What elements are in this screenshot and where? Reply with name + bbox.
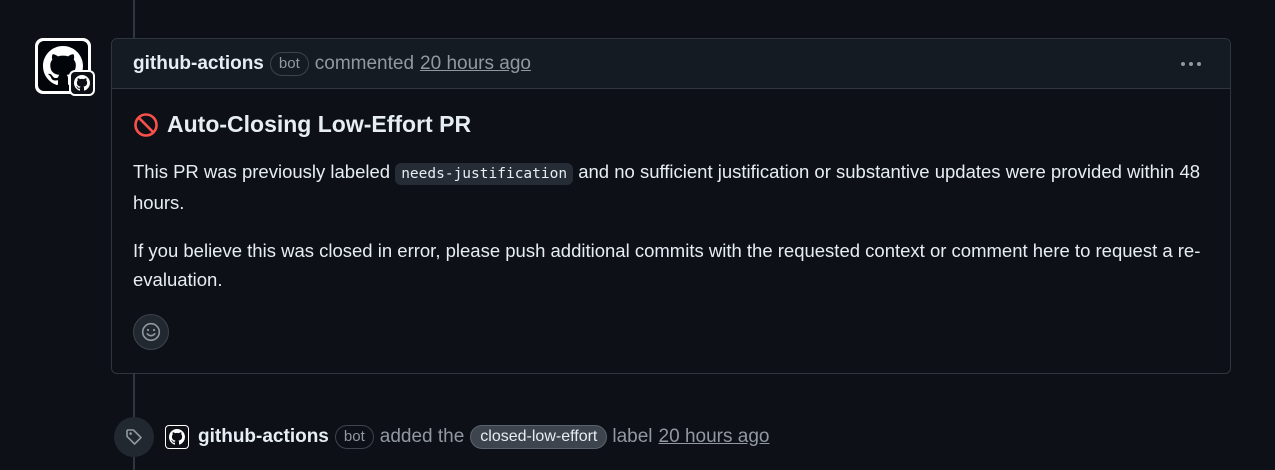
smiley-icon — [141, 322, 161, 342]
comment-author-link[interactable]: github-actions — [133, 53, 264, 75]
timeline-event-labeled: github-actions bot added the closed-low-… — [114, 417, 769, 457]
event-label-suffix: label — [612, 426, 653, 447]
event-action-text: added the — [379, 426, 465, 447]
github-mark-icon — [166, 426, 188, 448]
comment-action-text: commented — [314, 52, 415, 74]
comment-paragraph-1: This PR was previously labeled needs-jus… — [133, 158, 1209, 217]
comment-header: github-actions bot commented 20 hours ag… — [112, 39, 1230, 89]
comment-heading: Auto-Closing Low-Effort PR — [133, 111, 1209, 138]
app-badge — [69, 70, 95, 96]
actor-avatar[interactable] — [165, 425, 189, 449]
comment-timestamp-link[interactable]: 20 hours ago — [420, 53, 531, 75]
comment-options-button[interactable] — [1178, 51, 1204, 77]
kebab-dot-icon — [1181, 62, 1185, 66]
avatar[interactable] — [35, 38, 95, 96]
event-timestamp-link[interactable]: 20 hours ago — [659, 426, 770, 448]
label-pill[interactable]: closed-low-effort — [470, 425, 608, 449]
no-entry-icon — [134, 112, 158, 137]
add-reaction-button[interactable] — [133, 314, 169, 350]
comment-body: Auto-Closing Low-Effort PR This PR was p… — [112, 89, 1230, 370]
bot-badge: bot — [334, 425, 374, 449]
github-mark-icon — [71, 72, 93, 94]
tag-icon — [126, 429, 142, 445]
kebab-dot-icon — [1197, 62, 1201, 66]
label-code: needs-justification — [395, 163, 574, 185]
comment-heading-text: Auto-Closing Low-Effort PR — [167, 111, 472, 137]
comment-box: github-actions bot commented 20 hours ag… — [111, 38, 1231, 374]
kebab-dot-icon — [1189, 62, 1193, 66]
bot-badge: bot — [269, 51, 309, 76]
tag-icon-badge — [114, 417, 154, 457]
paragraph-text: This PR was previously labeled — [133, 161, 391, 182]
comment-paragraph-2: If you believe this was closed in error,… — [133, 240, 1201, 290]
event-actor-link[interactable]: github-actions — [198, 426, 329, 448]
